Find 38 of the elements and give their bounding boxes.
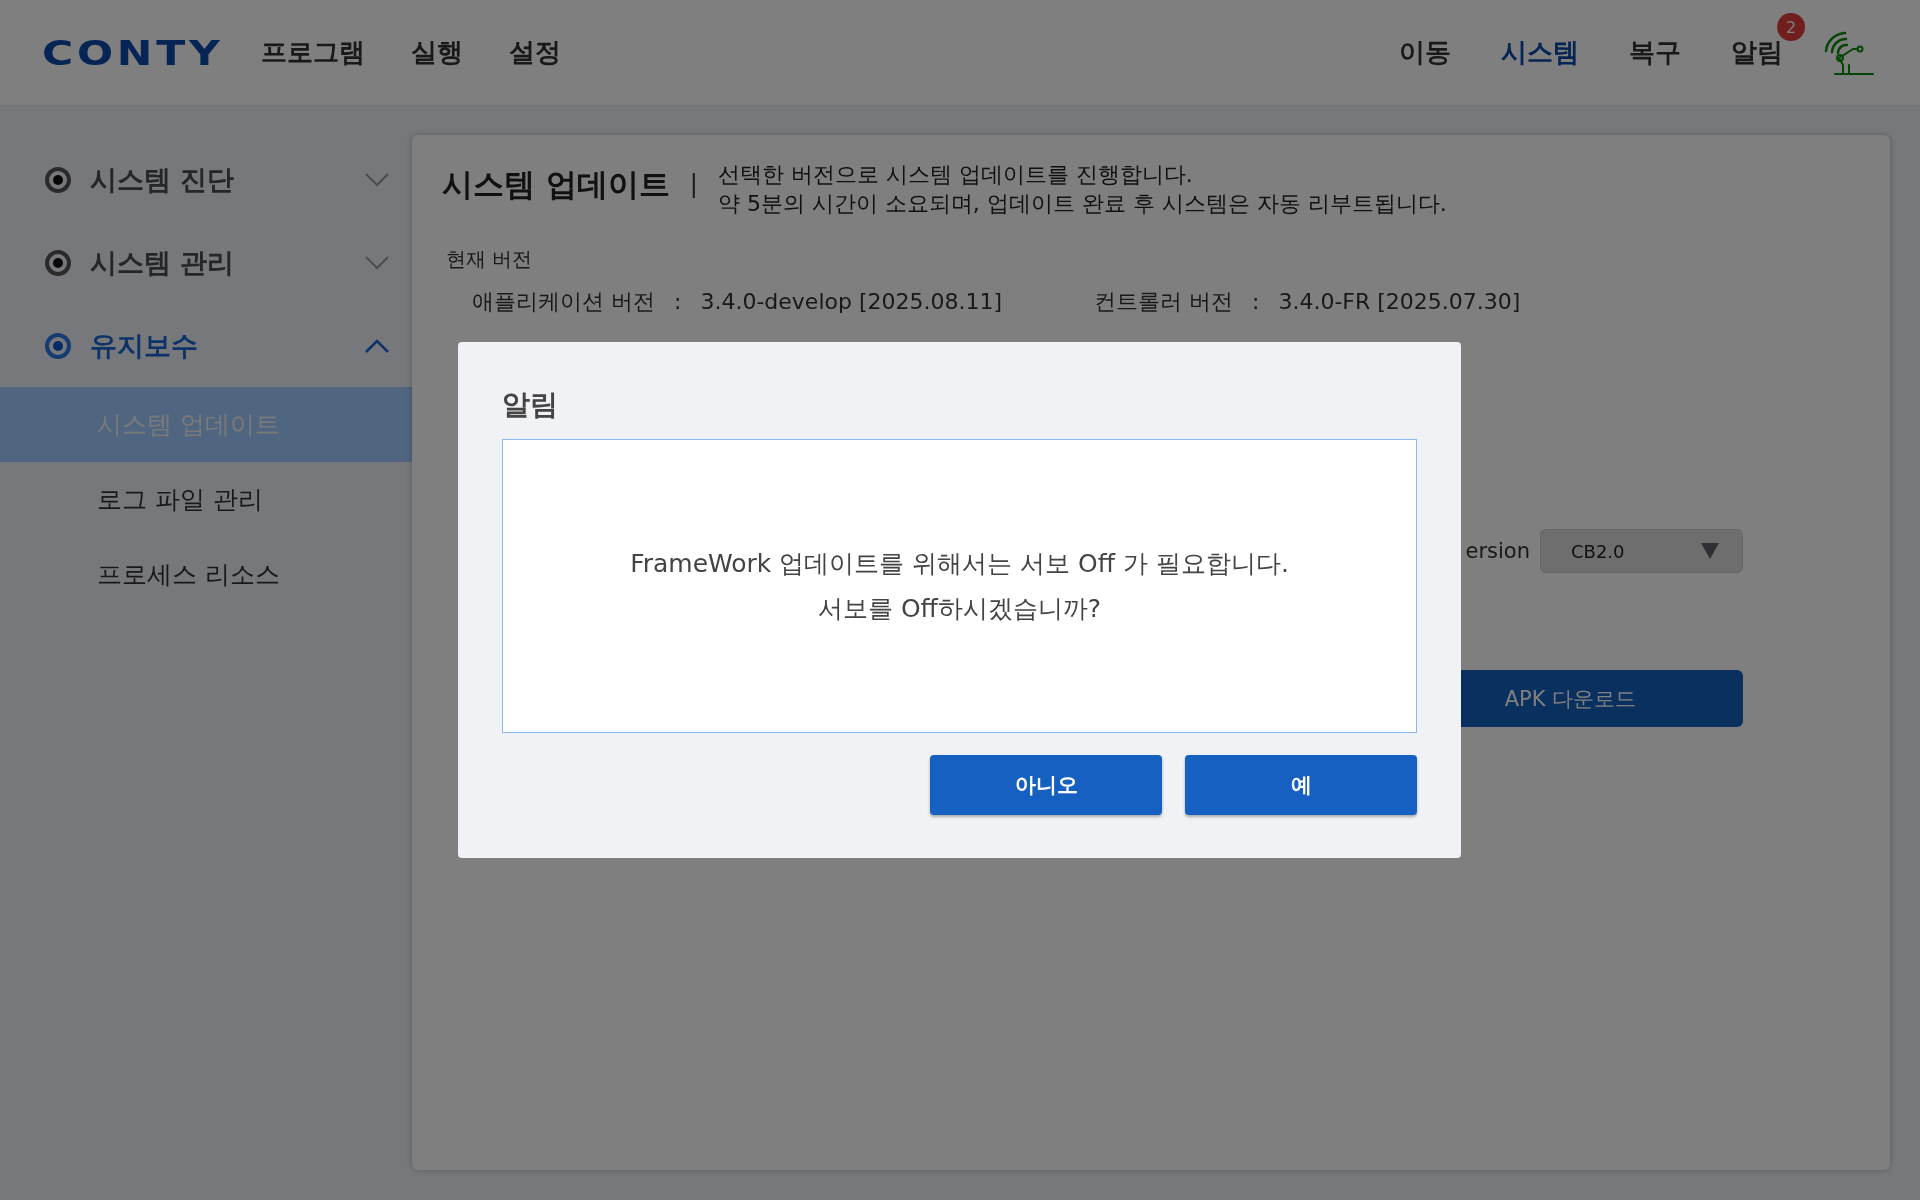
dialog-title: 알림: [502, 387, 559, 423]
version-separator: :: [1252, 289, 1260, 314]
nav-tab[interactable]: 이동: [1399, 37, 1451, 67]
logo[interactable]: CONTY: [42, 32, 224, 73]
title-separator: |: [689, 170, 698, 198]
version-label: 컨트롤러 버전: [1094, 289, 1233, 314]
nav-tab[interactable]: 복구: [1629, 37, 1681, 67]
chevron-down-icon: [364, 171, 390, 188]
message-text: 서보를 Off하시겠습니까?: [817, 593, 1102, 625]
version-value: 3.4.0-develop [2025.08.11]: [700, 289, 1003, 314]
sidebar-group[interactable]: 시스템 관리: [0, 221, 412, 304]
radio-icon: [45, 249, 71, 276]
sidebar-item[interactable]: 프로세스 리소스: [0, 537, 412, 612]
menu-item[interactable]: 프로그램: [261, 35, 366, 70]
description-text: 선택한 버전으로 시스템 업데이트를 진행합니다.: [717, 161, 1194, 189]
sidebar-group[interactable]: 유지보수: [0, 304, 412, 387]
version-separator: :: [674, 289, 682, 314]
chevron-down-icon: [364, 254, 390, 271]
dialog-button[interactable]: 예: [1185, 755, 1417, 815]
sidebar-group[interactable]: 시스템 진단: [0, 138, 412, 221]
chevron-up-icon: [364, 337, 390, 354]
field-label: ersion: [1465, 539, 1530, 563]
radio-icon: [45, 332, 71, 359]
radio-icon: [45, 166, 71, 193]
nav-tab[interactable]: 시스템: [1501, 37, 1579, 67]
notification-badge: 2: [1777, 13, 1805, 41]
menu-item[interactable]: 설정: [509, 35, 562, 70]
version-label: 애플리케이션 버전: [472, 289, 655, 314]
menu-item[interactable]: 실행: [411, 35, 464, 70]
dialog-button[interactable]: 아니오: [930, 755, 1162, 815]
sidebar-item[interactable]: 로그 파일 관리: [0, 462, 412, 537]
page-title: 시스템 업데이트: [442, 165, 670, 204]
dropdown-arrow-icon: [1700, 542, 1720, 560]
section-label: 현재 버전: [446, 246, 534, 273]
message-text: FrameWork 업데이트를 위해서는 서보 Off 가 필요합니다.: [630, 548, 1289, 580]
description-text: 약 5분의 시간이 소요되며, 업데이트 완료 후 시스템은 자동 리부트됩니다.: [717, 190, 1447, 218]
version-dropdown[interactable]: CB2.0: [1540, 529, 1743, 573]
version-value: 3.4.0-FR [2025.07.30]: [1278, 289, 1521, 314]
